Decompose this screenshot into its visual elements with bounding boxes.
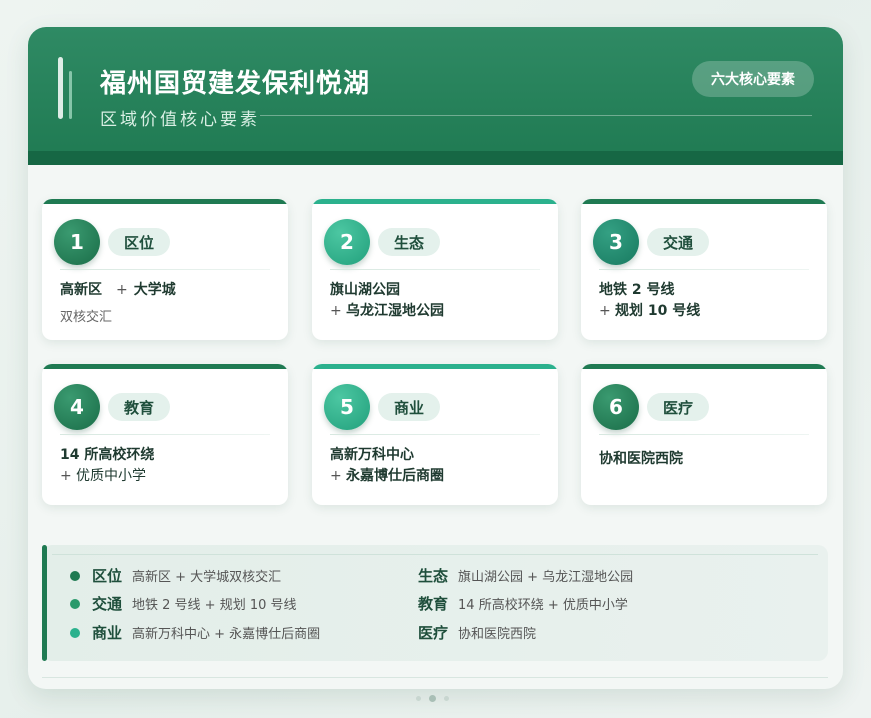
summary-item-commerce: 商业 高新万科中心 + 永嘉博仕后商圈	[70, 622, 320, 643]
pagination-dots[interactable]	[416, 695, 449, 702]
card-line: + 规划 10 号线	[599, 300, 700, 320]
card-top-bar	[42, 364, 288, 369]
summary-item-transport: 交通 地铁 2 号线 + 规划 10 号线	[70, 593, 297, 614]
card-tag: 教育	[108, 393, 171, 421]
page-dot[interactable]	[416, 696, 421, 701]
card-number: 6	[593, 384, 639, 430]
feature-card-transport[interactable]: 3 交通 地铁 2 号线 + 规划 10 号线	[581, 199, 827, 340]
summary-item-medical: 医疗 协和医院西院	[418, 622, 536, 643]
bottom-divider	[42, 677, 828, 678]
card-divider	[60, 269, 270, 270]
card-number: 4	[54, 384, 100, 430]
card-top-bar	[581, 199, 827, 204]
summary-value: 协和医院西院	[458, 627, 537, 642]
card-number: 1	[54, 219, 100, 265]
card-top-bar	[312, 364, 558, 369]
plus-sign: +	[116, 282, 128, 298]
summary-item-location: 区位 高新区 + 大学城双核交汇	[70, 565, 281, 586]
card-tag: 区位	[108, 228, 171, 256]
summary-key: 交通	[92, 595, 123, 613]
card-divider	[599, 434, 809, 435]
page-dot[interactable]	[444, 696, 449, 701]
summary-key: 教育	[418, 595, 449, 613]
main-card: 福州国贸建发保利悦湖 区域价值核心要素 六大核心要素 1 区位 高新区 + 大学城 …	[28, 27, 843, 689]
card-divider	[599, 269, 809, 270]
card-line: 地铁 2 号线	[599, 282, 675, 298]
card-line-part: 优质中小学	[76, 468, 146, 484]
card-line-part: 乌龙江湿地公园	[346, 303, 444, 319]
header-banner: 福州国贸建发保利悦湖 区域价值核心要素 六大核心要素	[28, 27, 843, 165]
page-title: 福州国贸建发保利悦湖	[100, 69, 371, 99]
card-top-bar	[312, 199, 558, 204]
summary-key: 生态	[418, 567, 449, 585]
header-bottom-strip	[28, 151, 843, 165]
plus-sign: +	[330, 303, 342, 319]
card-line: + 优质中小学	[60, 465, 146, 485]
card-line: 高新区 + 大学城	[60, 279, 176, 299]
summary-value: 14 所高校环绕 + 优质中小学	[458, 598, 628, 613]
card-tag: 医疗	[647, 393, 710, 421]
card-divider	[330, 269, 540, 270]
page-subtitle: 区域价值核心要素	[100, 110, 260, 130]
bullet-dot-icon	[70, 570, 80, 581]
card-top-bar	[42, 199, 288, 204]
card-line: 旗山湖公园	[330, 282, 400, 298]
card-number: 5	[324, 384, 370, 430]
summary-item-ecology: 生态 旗山湖公园 + 乌龙江湿地公园	[418, 565, 633, 586]
bullet-dot-icon	[70, 598, 80, 609]
page-dot-active[interactable]	[429, 695, 436, 702]
summary-item-education: 教育 14 所高校环绕 + 优质中小学	[418, 593, 628, 614]
card-line: + 乌龙江湿地公园	[330, 300, 444, 320]
card-line-part: 大学城	[133, 282, 176, 298]
card-note: 双核交汇	[60, 310, 113, 325]
plus-sign: +	[60, 468, 72, 484]
card-number: 3	[593, 219, 639, 265]
feature-card-location[interactable]: 1 区位 高新区 + 大学城 双核交汇	[42, 199, 288, 340]
bullet-dot-icon	[70, 627, 80, 638]
summary-value: 地铁 2 号线 + 规划 10 号线	[132, 598, 297, 613]
card-tag: 生态	[378, 228, 441, 256]
summary-panel: 区位 高新区 + 大学城双核交汇 生态 旗山湖公园 + 乌龙江湿地公园 交通 地…	[42, 545, 828, 661]
subtitle-divider	[260, 115, 812, 116]
plus-sign: +	[330, 468, 342, 484]
card-line-part: 永嘉博仕后商圈	[346, 468, 444, 484]
feature-card-ecology[interactable]: 2 生态 旗山湖公园 + 乌龙江湿地公园	[312, 199, 558, 340]
header-accent-bar	[58, 57, 63, 119]
core-elements-badge[interactable]: 六大核心要素	[692, 61, 814, 97]
plus-sign: +	[599, 303, 611, 319]
card-divider	[330, 434, 540, 435]
summary-top-line	[52, 554, 818, 555]
summary-key: 商业	[92, 624, 123, 642]
card-line: 高新万科中心	[330, 447, 414, 463]
card-tag: 交通	[647, 228, 710, 256]
card-line: 协和医院西院	[599, 451, 683, 467]
card-number: 2	[324, 219, 370, 265]
summary-value: 高新万科中心 + 永嘉博仕后商圈	[132, 627, 321, 642]
summary-accent-bar	[42, 545, 47, 661]
summary-value: 旗山湖公园 + 乌龙江湿地公园	[458, 570, 634, 585]
card-line: 14 所高校环绕	[60, 447, 155, 463]
header-accent-bar-secondary	[69, 71, 72, 119]
card-divider	[60, 434, 270, 435]
card-line-part: 高新区	[60, 282, 102, 298]
card-top-bar	[581, 364, 827, 369]
card-tag: 商业	[378, 393, 441, 421]
feature-card-medical[interactable]: 6 医疗 协和医院西院	[581, 364, 827, 505]
card-line: + 永嘉博仕后商圈	[330, 465, 444, 485]
feature-card-commerce[interactable]: 5 商业 高新万科中心 + 永嘉博仕后商圈	[312, 364, 558, 505]
feature-card-education[interactable]: 4 教育 14 所高校环绕 + 优质中小学	[42, 364, 288, 505]
summary-value: 高新区 + 大学城双核交汇	[132, 570, 282, 585]
summary-key: 区位	[92, 567, 123, 585]
card-line-part: 规划 10 号线	[615, 303, 701, 319]
summary-key: 医疗	[418, 624, 449, 642]
